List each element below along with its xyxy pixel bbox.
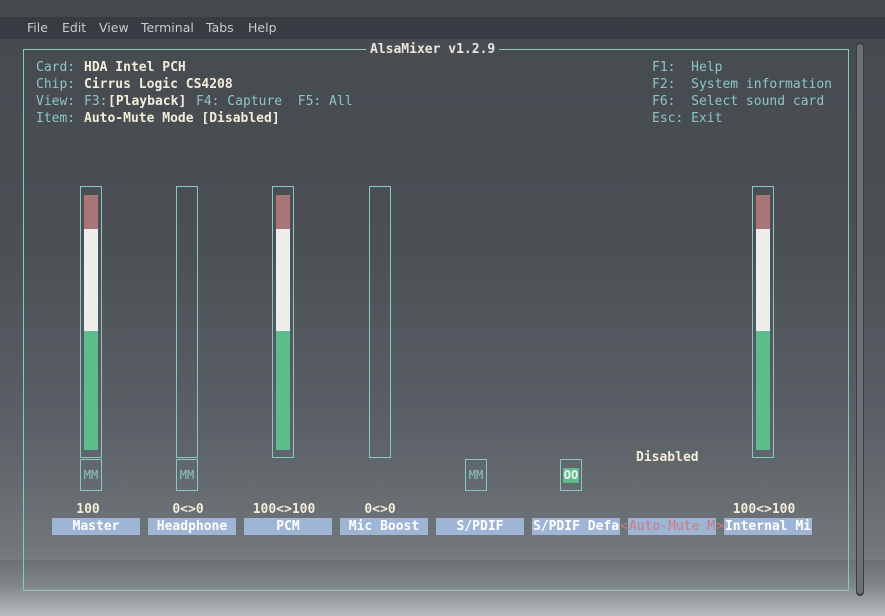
view-playback: [Playback] bbox=[108, 94, 187, 109]
channel-headphone[interactable]: Headphone bbox=[148, 518, 236, 535]
meter-red-segment bbox=[84, 195, 98, 229]
channel-spdif-default[interactable]: S/PDIF Defa bbox=[532, 518, 620, 535]
help-f1: F1: Help bbox=[652, 60, 723, 75]
channel-spdif[interactable]: S/PDIF bbox=[436, 518, 524, 535]
channel-pcm[interactable]: PCM bbox=[244, 518, 332, 535]
master-mute-toggle[interactable]: MM bbox=[80, 459, 102, 491]
scrollbar-thumb[interactable] bbox=[857, 44, 863, 594]
spdif-default-toggle[interactable]: OO bbox=[560, 459, 582, 491]
item-value: Auto-Mute Mode [Disabled] bbox=[84, 111, 280, 126]
selection-arrow-left: < bbox=[620, 519, 628, 534]
auto-mute-enum-value: Disabled bbox=[636, 450, 699, 465]
channel-auto-mute-mode[interactable]: Auto-Mute M bbox=[628, 518, 716, 535]
headphone-volume-value: 0<>0 bbox=[172, 502, 204, 517]
card-value: HDA Intel PCH bbox=[84, 60, 186, 75]
meter-green-segment bbox=[276, 331, 290, 450]
selection-arrow-right: > bbox=[716, 519, 724, 534]
help-f6: F6: Select sound card bbox=[652, 94, 825, 109]
mixer-title: AlsaMixer v1.2.9 bbox=[366, 42, 500, 58]
spdif-mute-toggle[interactable]: MM bbox=[465, 459, 487, 491]
menu-help[interactable]: Help bbox=[248, 20, 277, 36]
card-label: Card: bbox=[36, 60, 76, 75]
chip-label: Chip: bbox=[36, 77, 76, 92]
channel-mic-boost[interactable]: Mic Boost bbox=[340, 518, 428, 535]
chip-value: Cirrus Logic CS4208 bbox=[84, 77, 233, 92]
pcm-volume-value: 100<>100 bbox=[252, 502, 316, 517]
channel-internal-mic[interactable]: Internal Mi bbox=[724, 518, 812, 535]
menu-view[interactable]: View bbox=[99, 20, 129, 36]
pcm-volume-meter[interactable] bbox=[272, 186, 294, 458]
internal-mic-volume-meter[interactable] bbox=[752, 186, 774, 458]
master-volume-meter[interactable] bbox=[80, 186, 102, 458]
view-other-options: F4: Capture F5: All bbox=[196, 94, 353, 109]
item-label: Item: bbox=[36, 111, 76, 126]
internal-mic-volume-value: 100<>100 bbox=[732, 502, 796, 517]
menu-file[interactable]: File bbox=[27, 20, 48, 36]
meter-green-segment bbox=[84, 331, 98, 450]
meter-red-segment bbox=[756, 195, 770, 229]
meter-white-segment bbox=[84, 229, 98, 331]
mixer-frame bbox=[23, 49, 849, 591]
channel-master[interactable]: Master bbox=[52, 518, 140, 535]
master-volume-value: 100 bbox=[76, 502, 100, 517]
view-f3: F3: bbox=[84, 94, 108, 109]
meter-white-segment bbox=[756, 229, 770, 331]
meter-green-segment bbox=[756, 331, 770, 450]
help-f2: F2: System information bbox=[652, 77, 833, 92]
headphone-mute-toggle[interactable]: MM bbox=[176, 459, 198, 491]
meter-red-segment bbox=[276, 195, 290, 229]
menu-edit[interactable]: Edit bbox=[62, 20, 86, 36]
menu-tabs[interactable]: Tabs bbox=[206, 20, 234, 36]
menu-terminal[interactable]: Terminal bbox=[141, 20, 194, 36]
spdif-default-state: OO bbox=[562, 468, 580, 483]
headphone-volume-meter[interactable] bbox=[176, 186, 198, 458]
view-label: View: bbox=[36, 94, 76, 109]
mic-boost-volume-value: 0<>0 bbox=[364, 502, 396, 517]
help-esc: Esc: Exit bbox=[652, 111, 723, 126]
mic-boost-volume-meter[interactable] bbox=[369, 186, 391, 458]
menu-bar bbox=[0, 17, 885, 39]
meter-white-segment bbox=[276, 229, 290, 331]
